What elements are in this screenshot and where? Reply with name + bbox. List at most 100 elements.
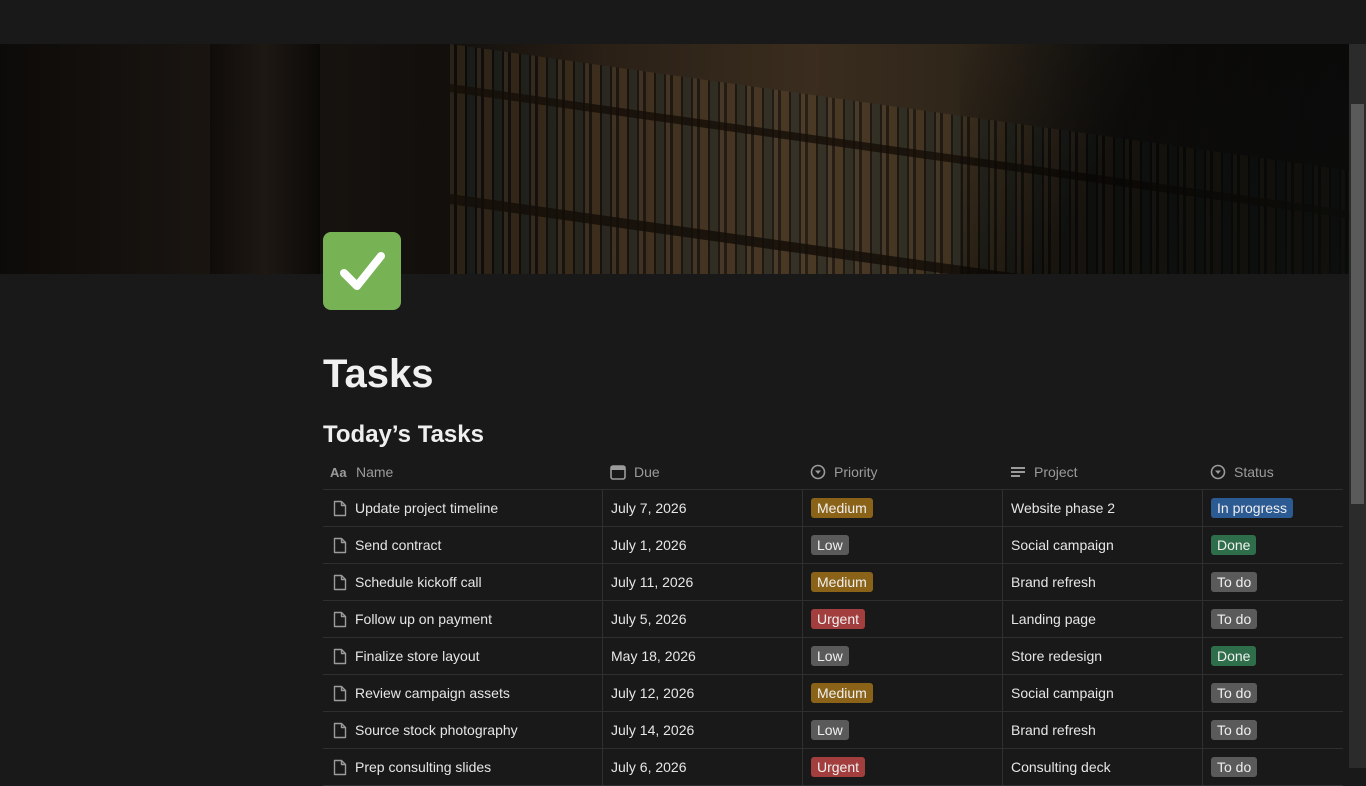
cell-project[interactable]: Brand refresh — [1003, 712, 1203, 748]
cell-name[interactable]: Send contract — [323, 527, 603, 563]
due-date: July 1, 2026 — [611, 537, 687, 553]
cell-status[interactable]: To do — [1203, 749, 1343, 785]
cell-project[interactable]: Brand refresh — [1003, 564, 1203, 600]
cell-project[interactable]: Social campaign — [1003, 675, 1203, 711]
status-tag: Done — [1211, 535, 1257, 555]
top-bar — [0, 0, 1366, 44]
cell-status[interactable]: To do — [1203, 675, 1343, 711]
table-row[interactable]: Source stock photography July 14, 2026 Low… — [323, 712, 1343, 749]
cell-status[interactable]: Done — [1203, 527, 1343, 563]
cell-priority[interactable]: Medium — [803, 675, 1003, 711]
column-header-status[interactable]: Status — [1203, 455, 1343, 489]
section-heading[interactable]: Today’s Tasks — [323, 421, 484, 449]
cell-status[interactable]: To do — [1203, 601, 1343, 637]
page-icon — [333, 759, 347, 775]
due-date: July 14, 2026 — [611, 722, 695, 738]
cell-project[interactable]: Social campaign — [1003, 527, 1203, 563]
column-header-priority[interactable]: Priority — [803, 455, 1003, 489]
task-name[interactable]: Follow up on payment — [355, 611, 492, 627]
table-body: Update project timeline July 7, 2026 Mediu… — [323, 490, 1343, 786]
task-name[interactable]: Source stock photography — [355, 722, 518, 738]
table-row[interactable]: Finalize store layout May 18, 2026 Low Stor… — [323, 638, 1343, 675]
cover-pillar — [210, 44, 320, 274]
priority-tag: Medium — [811, 683, 873, 703]
column-header-project[interactable]: Project — [1003, 455, 1203, 489]
due-date: July 12, 2026 — [611, 685, 695, 701]
cell-priority[interactable]: Urgent — [803, 601, 1003, 637]
scrollbar-thumb[interactable] — [1351, 104, 1364, 504]
column-header-due[interactable]: Due — [603, 455, 803, 489]
page-title[interactable]: Tasks — [323, 352, 433, 397]
cell-due[interactable]: July 1, 2026 — [603, 527, 803, 563]
cell-name[interactable]: Update project timeline — [323, 490, 603, 526]
priority-tag: Urgent — [811, 757, 866, 777]
page-icon — [333, 574, 347, 590]
column-label: Name — [356, 464, 394, 480]
cell-priority[interactable]: Low — [803, 527, 1003, 563]
task-name[interactable]: Review campaign assets — [355, 685, 510, 701]
cell-status[interactable]: Done — [1203, 638, 1343, 674]
check-mark-glyph — [340, 252, 385, 290]
cell-project[interactable]: Website phase 2 — [1003, 490, 1203, 526]
status-tag: To do — [1211, 720, 1258, 740]
cell-priority[interactable]: Low — [803, 638, 1003, 674]
scrollbar[interactable] — [1349, 44, 1366, 768]
column-label: Project — [1034, 464, 1078, 480]
list-icon — [1011, 467, 1025, 477]
page-icon — [333, 611, 347, 627]
table-row[interactable]: Follow up on payment July 5, 2026 Urgent La… — [323, 601, 1343, 638]
table-row[interactable]: Review campaign assets July 12, 2026 Mediu… — [323, 675, 1343, 712]
due-date: July 5, 2026 — [611, 611, 687, 627]
project-name: Brand refresh — [1011, 574, 1096, 590]
project-name: Social campaign — [1011, 685, 1114, 701]
cover-image — [0, 44, 1349, 274]
priority-tag: Low — [811, 720, 849, 740]
project-name: Social campaign — [1011, 537, 1114, 553]
tasks-table: Aa Name Due Priority Project Status Upda… — [323, 455, 1343, 786]
cell-priority[interactable]: Medium — [803, 490, 1003, 526]
cell-project[interactable]: Store redesign — [1003, 638, 1203, 674]
cell-priority[interactable]: Low — [803, 712, 1003, 748]
cell-name[interactable]: Prep consulting slides — [323, 749, 603, 785]
cell-project[interactable]: Landing page — [1003, 601, 1203, 637]
table-row[interactable]: Schedule kickoff call July 11, 2026 Medium… — [323, 564, 1343, 601]
cell-priority[interactable]: Urgent — [803, 749, 1003, 785]
cell-name[interactable]: Source stock photography — [323, 712, 603, 748]
task-name[interactable]: Update project timeline — [355, 500, 498, 516]
cell-name[interactable]: Review campaign assets — [323, 675, 603, 711]
cell-due[interactable]: July 11, 2026 — [603, 564, 803, 600]
task-name[interactable]: Schedule kickoff call — [355, 574, 482, 590]
cell-name[interactable]: Follow up on payment — [323, 601, 603, 637]
priority-tag: Low — [811, 646, 849, 666]
status-tag: In progress — [1211, 498, 1294, 518]
cell-due[interactable]: May 18, 2026 — [603, 638, 803, 674]
cell-name[interactable]: Finalize store layout — [323, 638, 603, 674]
task-name[interactable]: Finalize store layout — [355, 648, 480, 664]
column-header-name[interactable]: Aa Name — [323, 455, 603, 489]
priority-tag: Low — [811, 535, 849, 555]
cell-project[interactable]: Consulting deck — [1003, 749, 1203, 785]
cell-status[interactable]: To do — [1203, 564, 1343, 600]
status-tag: To do — [1211, 572, 1258, 592]
due-date: July 7, 2026 — [611, 500, 687, 516]
cell-due[interactable]: July 12, 2026 — [603, 675, 803, 711]
page-icon — [333, 685, 347, 701]
table-row[interactable]: Send contract July 1, 2026 Low Social campa… — [323, 527, 1343, 564]
table-row[interactable]: Update project timeline July 7, 2026 Mediu… — [323, 490, 1343, 527]
check-mark-icon[interactable] — [323, 232, 401, 310]
status-tag: To do — [1211, 609, 1258, 629]
cell-name[interactable]: Schedule kickoff call — [323, 564, 603, 600]
cell-status[interactable]: In progress — [1203, 490, 1343, 526]
task-name[interactable]: Prep consulting slides — [355, 759, 491, 775]
cell-due[interactable]: July 5, 2026 — [603, 601, 803, 637]
project-name: Brand refresh — [1011, 722, 1096, 738]
cell-due[interactable]: July 7, 2026 — [603, 490, 803, 526]
cell-due[interactable]: July 14, 2026 — [603, 712, 803, 748]
project-name: Landing page — [1011, 611, 1096, 627]
cell-priority[interactable]: Medium — [803, 564, 1003, 600]
svg-text:Aa: Aa — [330, 465, 347, 479]
due-date: July 6, 2026 — [611, 759, 687, 775]
cell-due[interactable]: July 6, 2026 — [603, 749, 803, 785]
cell-status[interactable]: To do — [1203, 712, 1343, 748]
task-name[interactable]: Send contract — [355, 537, 441, 553]
